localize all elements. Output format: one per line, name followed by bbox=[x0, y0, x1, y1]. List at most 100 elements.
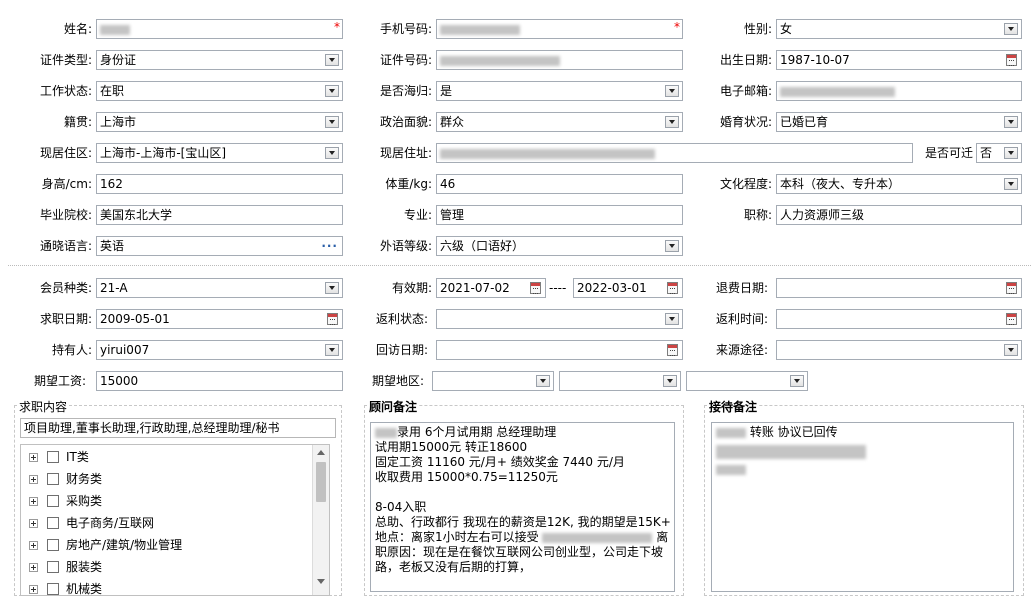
chevron-down-icon[interactable] bbox=[1004, 116, 1018, 128]
gender-value: 女 bbox=[780, 22, 793, 36]
native-place-select[interactable]: 上海市 bbox=[96, 112, 343, 132]
chevron-down-icon[interactable] bbox=[1004, 23, 1018, 35]
tree-item[interactable]: 房地产/建筑/物业管理 bbox=[25, 535, 305, 555]
tree-scrollbar[interactable] bbox=[312, 445, 329, 595]
source-select[interactable] bbox=[776, 340, 1022, 360]
chevron-down-icon[interactable] bbox=[665, 116, 679, 128]
rebate-status-select[interactable] bbox=[436, 309, 683, 329]
scroll-down-icon[interactable] bbox=[317, 579, 325, 584]
returnee-label: 是否海归: bbox=[379, 84, 432, 98]
calendar-icon[interactable] bbox=[667, 344, 678, 356]
work-status-select[interactable]: 在职 bbox=[96, 81, 343, 101]
work-status-label: 工作状态: bbox=[39, 84, 92, 98]
school-field[interactable]: 美国东北大学 bbox=[96, 205, 343, 225]
category-tree[interactable]: IT类财务类 采购类 电子商务/互联网 房地产/建筑/物业管理 服装类 机械类 bbox=[20, 444, 330, 596]
expand-icon[interactable] bbox=[29, 563, 38, 572]
checkbox[interactable] bbox=[47, 517, 59, 529]
calendar-icon[interactable] bbox=[1006, 282, 1017, 294]
tree-item[interactable]: 采购类 bbox=[25, 491, 305, 511]
id-type-select[interactable]: 身份证 bbox=[96, 50, 343, 70]
chevron-down-icon[interactable] bbox=[665, 85, 679, 97]
political-select[interactable]: 群众 bbox=[436, 112, 683, 132]
chevron-down-icon[interactable] bbox=[325, 85, 339, 97]
area-city-select[interactable] bbox=[559, 371, 681, 391]
checkbox[interactable] bbox=[47, 539, 59, 551]
chevron-down-icon[interactable] bbox=[325, 54, 339, 66]
chevron-down-icon[interactable] bbox=[325, 282, 339, 294]
valid-to-field[interactable]: 2022-03-01 bbox=[573, 278, 683, 298]
holder-select[interactable]: yirui007 bbox=[96, 340, 343, 360]
calendar-icon[interactable] bbox=[1006, 54, 1017, 66]
member-type-label: 会员种类: bbox=[39, 281, 92, 295]
weight-field[interactable]: 46 bbox=[436, 174, 683, 194]
phone-field[interactable]: * bbox=[436, 19, 683, 39]
expand-icon[interactable] bbox=[29, 519, 38, 528]
chevron-down-icon[interactable] bbox=[665, 313, 679, 325]
chevron-down-icon[interactable] bbox=[325, 344, 339, 356]
relocate-select[interactable]: 否 bbox=[976, 143, 1022, 163]
scroll-thumb[interactable] bbox=[316, 462, 326, 502]
tree-item[interactable]: 财务类 bbox=[25, 469, 305, 489]
tree-item[interactable]: IT类 bbox=[25, 447, 305, 467]
chevron-down-icon[interactable] bbox=[1004, 147, 1018, 159]
chevron-down-icon[interactable] bbox=[1004, 344, 1018, 356]
chevron-down-icon[interactable] bbox=[1004, 178, 1018, 190]
id-number-field[interactable] bbox=[436, 50, 683, 70]
expand-icon[interactable] bbox=[29, 475, 38, 484]
chevron-down-icon[interactable] bbox=[663, 375, 677, 387]
checkbox[interactable] bbox=[47, 495, 59, 507]
job-date-field[interactable]: 2009-05-01 bbox=[96, 309, 343, 329]
address-field[interactable] bbox=[436, 143, 913, 163]
scroll-up-icon[interactable] bbox=[317, 450, 325, 455]
job-intent-field[interactable]: 项目助理,董事长助理,行政助理,总经理助理/秘书 bbox=[20, 418, 336, 438]
expand-icon[interactable] bbox=[29, 453, 38, 462]
chevron-down-icon[interactable] bbox=[325, 116, 339, 128]
checkbox[interactable] bbox=[47, 473, 59, 485]
more-icon[interactable]: ··· bbox=[321, 237, 338, 255]
name-field[interactable]: * bbox=[96, 19, 343, 39]
checkbox[interactable] bbox=[47, 451, 59, 463]
visit-date-field[interactable] bbox=[436, 340, 683, 360]
tree-item[interactable]: 电子商务/互联网 bbox=[25, 513, 305, 533]
tree-item-label: IT类 bbox=[66, 450, 89, 464]
checkbox[interactable] bbox=[47, 561, 59, 573]
expand-icon[interactable] bbox=[29, 541, 38, 550]
education-select[interactable]: 本科（夜大、专升本） bbox=[776, 174, 1022, 194]
returnee-select[interactable]: 是 bbox=[436, 81, 683, 101]
calendar-icon[interactable] bbox=[667, 282, 678, 294]
area-district-select[interactable] bbox=[686, 371, 808, 391]
salary-field[interactable]: 15000 bbox=[96, 371, 343, 391]
job-title-field[interactable]: 人力资源师三级 bbox=[776, 205, 1022, 225]
required-mark: * bbox=[674, 20, 680, 34]
advisor-line: 固定工资 11160 元/月+ 绩效奖金 7440 元/月 bbox=[375, 455, 625, 469]
chevron-down-icon[interactable] bbox=[536, 375, 550, 387]
foreign-level-select[interactable]: 六级（口语好） bbox=[436, 236, 683, 256]
member-type-select[interactable]: 21-A bbox=[96, 278, 343, 298]
chevron-down-icon[interactable] bbox=[665, 240, 679, 252]
gender-select[interactable]: 女 bbox=[776, 19, 1022, 39]
expand-icon[interactable] bbox=[29, 585, 38, 594]
area-province-select[interactable] bbox=[432, 371, 554, 391]
refund-date-field[interactable] bbox=[776, 278, 1022, 298]
residence-select[interactable]: 上海市-上海市-[宝山区] bbox=[96, 143, 343, 163]
checkbox[interactable] bbox=[47, 583, 59, 595]
calendar-icon[interactable] bbox=[1006, 313, 1017, 325]
expand-icon[interactable] bbox=[29, 497, 38, 506]
birth-date-field[interactable]: 1987-10-07 bbox=[776, 50, 1022, 70]
major-field[interactable]: 管理 bbox=[436, 205, 683, 225]
calendar-icon[interactable] bbox=[530, 282, 541, 294]
language-field[interactable]: 英语 ··· bbox=[96, 236, 343, 256]
email-field[interactable] bbox=[776, 81, 1022, 101]
height-field[interactable]: 162 bbox=[96, 174, 343, 194]
tree-item[interactable]: 机械类 bbox=[25, 579, 305, 599]
marital-select[interactable]: 已婚已育 bbox=[776, 112, 1022, 132]
calendar-icon[interactable] bbox=[327, 313, 338, 325]
chevron-down-icon[interactable] bbox=[790, 375, 804, 387]
rebate-time-field[interactable] bbox=[776, 309, 1022, 329]
valid-from-field[interactable]: 2021-07-02 bbox=[436, 278, 546, 298]
tree-item[interactable]: 服装类 bbox=[25, 557, 305, 577]
chevron-down-icon[interactable] bbox=[325, 147, 339, 159]
advisor-line: 路，老板又没有后期的打算， bbox=[375, 560, 532, 574]
advisor-notes[interactable]: 录用 6个月试用期 总经理助理 试用期15000元 转正18600 固定工资 111… bbox=[370, 422, 675, 592]
reception-notes[interactable]: 转账 协议已回传 bbox=[711, 422, 1014, 592]
